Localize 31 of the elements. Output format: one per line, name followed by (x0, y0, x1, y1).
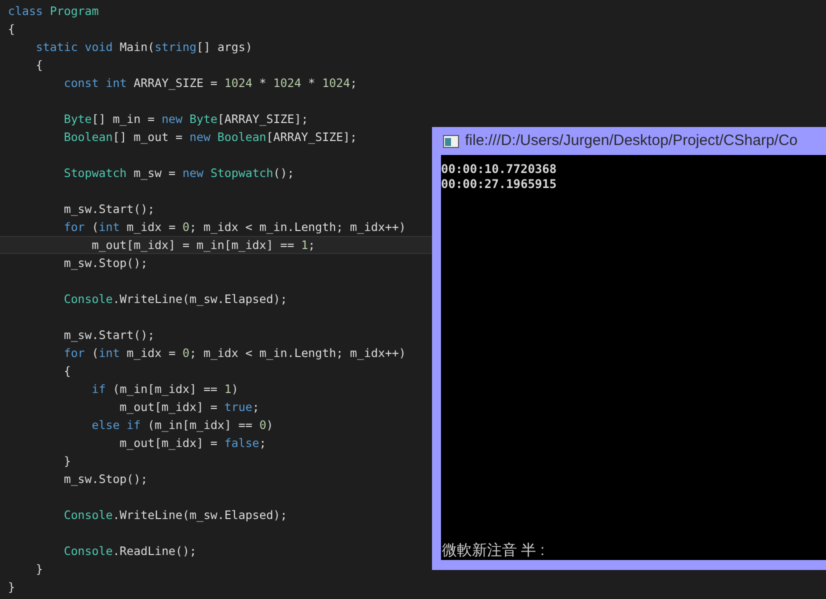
ime-status: 微軟新注音 半 : (442, 542, 545, 560)
code-line: const int ARRAY_SIZE = 1024 * 1024 * 1024; (62, 75, 358, 92)
code-line: class Program (8, 3, 99, 20)
console-output-line: 00:00:10.7720368 (441, 162, 557, 177)
code-line: Stopwatch m_sw = new Stopwatch(); (62, 165, 294, 182)
code-line: else if (m_in[m_idx] == 0) (90, 417, 274, 434)
code-line: } (62, 453, 71, 470)
code-line: m_out[m_idx] = true; (118, 399, 260, 416)
window-title: file:///D:/Users/Jurgen/Desktop/Project/CSharp/Co (465, 130, 798, 151)
code-line: Console.ReadLine(); (62, 543, 196, 560)
code-line: { (34, 57, 43, 74)
code-line: { (62, 363, 71, 380)
code-line: static void Main(string[] args) (34, 39, 252, 56)
code-line: m_out[m_idx] = false; (118, 435, 266, 452)
console-output-line: 00:00:27.1965915 (441, 177, 557, 192)
code-line: Boolean[] m_out = new Boolean[ARRAY_SIZE]; (62, 129, 358, 146)
code-line: m_sw.Start(); (62, 327, 155, 344)
code-line: m_sw.Start(); (62, 201, 155, 218)
code-line: m_sw.Stop(); (62, 255, 148, 272)
code-line: if (m_in[m_idx] == 1) (90, 381, 238, 398)
code-line: m_out[m_idx] = m_in[m_idx] == 1; (90, 237, 316, 254)
code-line: for (int m_idx = 0; m_idx < m_in.Length; m_idx++) (62, 345, 406, 362)
code-line: Byte[] m_in = new Byte[ARRAY_SIZE]; (62, 111, 308, 128)
code-line: for (int m_idx = 0; m_idx < m_in.Length; m_idx++) (62, 219, 406, 236)
console-app-icon (443, 134, 459, 148)
code-line: { (8, 21, 15, 38)
code-line: } (8, 579, 15, 596)
code-line: Console.WriteLine(m_sw.Elapsed); (62, 291, 288, 308)
code-line: m_sw.Stop(); (62, 471, 148, 488)
code-line: } (34, 561, 43, 578)
code-line: Console.WriteLine(m_sw.Elapsed); (62, 507, 288, 524)
